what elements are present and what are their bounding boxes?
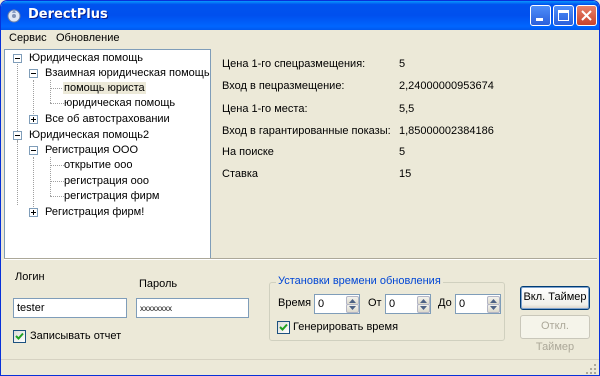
arrow-up-icon: [420, 299, 427, 303]
tree-line: [50, 88, 64, 89]
password-input[interactable]: xxxxxxxx: [136, 298, 249, 318]
status-bar: [1, 359, 599, 375]
tree-line: [50, 181, 64, 182]
arrow-down-icon: [490, 306, 497, 310]
close-button[interactable]: [576, 5, 597, 26]
collapse-toggle-icon[interactable]: [29, 69, 38, 78]
log-report-label: Записывать отчет: [30, 330, 122, 342]
info-value: 15: [399, 168, 412, 180]
login-input[interactable]: tester: [13, 298, 127, 318]
placement-info-panel: Цена 1-го спецразмещения: 5 Вход в пецра…: [214, 49, 597, 259]
expand-toggle-icon[interactable]: [29, 208, 38, 217]
collapse-toggle-icon[interactable]: [13, 54, 22, 63]
tree-node[interactable]: Взаимная юридическая помощь: [45, 67, 210, 79]
info-label: Цена 1-го места:: [222, 103, 308, 115]
info-value: 5: [399, 58, 406, 70]
category-tree[interactable]: Юридическая помощь Взаимная юридическая …: [4, 49, 211, 259]
tree-line: [17, 141, 18, 205]
tree-node[interactable]: открытие ооо: [64, 159, 132, 171]
arrow-up-icon: [349, 299, 356, 303]
title-bar[interactable]: DerectPlus: [1, 1, 599, 30]
generate-time-label: Генерировать время: [293, 321, 399, 333]
tree-node[interactable]: регистрация фирм: [64, 190, 160, 202]
arrow-up-icon: [490, 299, 497, 303]
generate-time-checkbox[interactable]: [277, 321, 290, 334]
minimize-icon: [536, 18, 543, 21]
minimize-button[interactable]: [530, 5, 551, 26]
close-icon: [581, 10, 592, 21]
checkmark-icon: [15, 332, 24, 340]
from-label: От: [368, 297, 382, 309]
info-value: 2,24000000953674: [399, 80, 494, 92]
maximize-icon: [558, 10, 569, 21]
menu-update[interactable]: Обновление: [56, 32, 120, 44]
tree-node[interactable]: Регистрация ООО: [45, 144, 138, 156]
timer-off-button[interactable]: Откл. Таймер: [520, 315, 590, 353]
menu-bar: Сервис Обновление: [1, 30, 599, 48]
maximize-button[interactable]: [553, 5, 574, 26]
timer-on-button[interactable]: Вкл. Таймер: [520, 286, 590, 310]
info-label: Цена 1-го спецразмещения:: [222, 58, 366, 70]
expand-toggle-icon[interactable]: [29, 115, 38, 124]
tree-node[interactable]: юридическая помощь: [64, 97, 175, 109]
time-label: Время: [278, 297, 312, 309]
collapse-toggle-icon[interactable]: [29, 146, 38, 155]
to-label: До: [438, 297, 452, 309]
tree-line: [50, 80, 51, 103]
login-label: Логин: [15, 271, 45, 283]
arrow-down-icon: [349, 306, 356, 310]
password-label: Пароль: [139, 278, 178, 290]
tree-node[interactable]: Юридическая помощь: [29, 52, 143, 64]
arrow-down-icon: [420, 306, 427, 310]
tree-node[interactable]: Юридическая помощь2: [29, 129, 149, 141]
tree-line: [50, 165, 64, 166]
spin-down-button[interactable]: [346, 304, 359, 313]
spin-down-button[interactable]: [417, 304, 430, 313]
info-value: 5,5: [399, 103, 415, 115]
tree-line: [50, 196, 64, 197]
menu-service[interactable]: Сервис: [9, 32, 47, 44]
tree-line: [50, 103, 64, 104]
info-label: На поиске: [222, 146, 274, 158]
app-icon: [7, 9, 21, 23]
checkmark-icon: [279, 323, 288, 331]
info-label: Ставка: [222, 168, 258, 180]
info-label: Вход в гарантированные показы:: [222, 125, 391, 137]
tree-node-selected[interactable]: помощь юриста: [63, 82, 146, 94]
tree-line: [33, 80, 34, 118]
info-label: Вход в пецразмещение:: [222, 80, 345, 92]
tree-node[interactable]: Все об автостраховании: [45, 113, 170, 125]
update-time-group-title: Установки времени обновления: [276, 275, 443, 287]
log-report-checkbox[interactable]: [13, 330, 26, 343]
collapse-toggle-icon[interactable]: [13, 131, 22, 140]
splitter[interactable]: [4, 258, 597, 260]
window-title: DerectPlus: [28, 7, 108, 22]
main-window: DerectPlus Сервис Обновление Юридическая…: [0, 0, 600, 376]
tree-line: [50, 157, 51, 196]
info-value: 5: [399, 146, 406, 158]
info-value: 1,85000002384186: [399, 125, 494, 137]
tree-node[interactable]: Регистрация фирм!: [45, 206, 144, 218]
tree-node[interactable]: регистрация ооо: [64, 175, 149, 187]
tree-line: [33, 157, 34, 211]
tree-line: [17, 64, 18, 141]
resize-grip-icon[interactable]: [585, 363, 597, 375]
spin-down-button[interactable]: [487, 304, 500, 313]
